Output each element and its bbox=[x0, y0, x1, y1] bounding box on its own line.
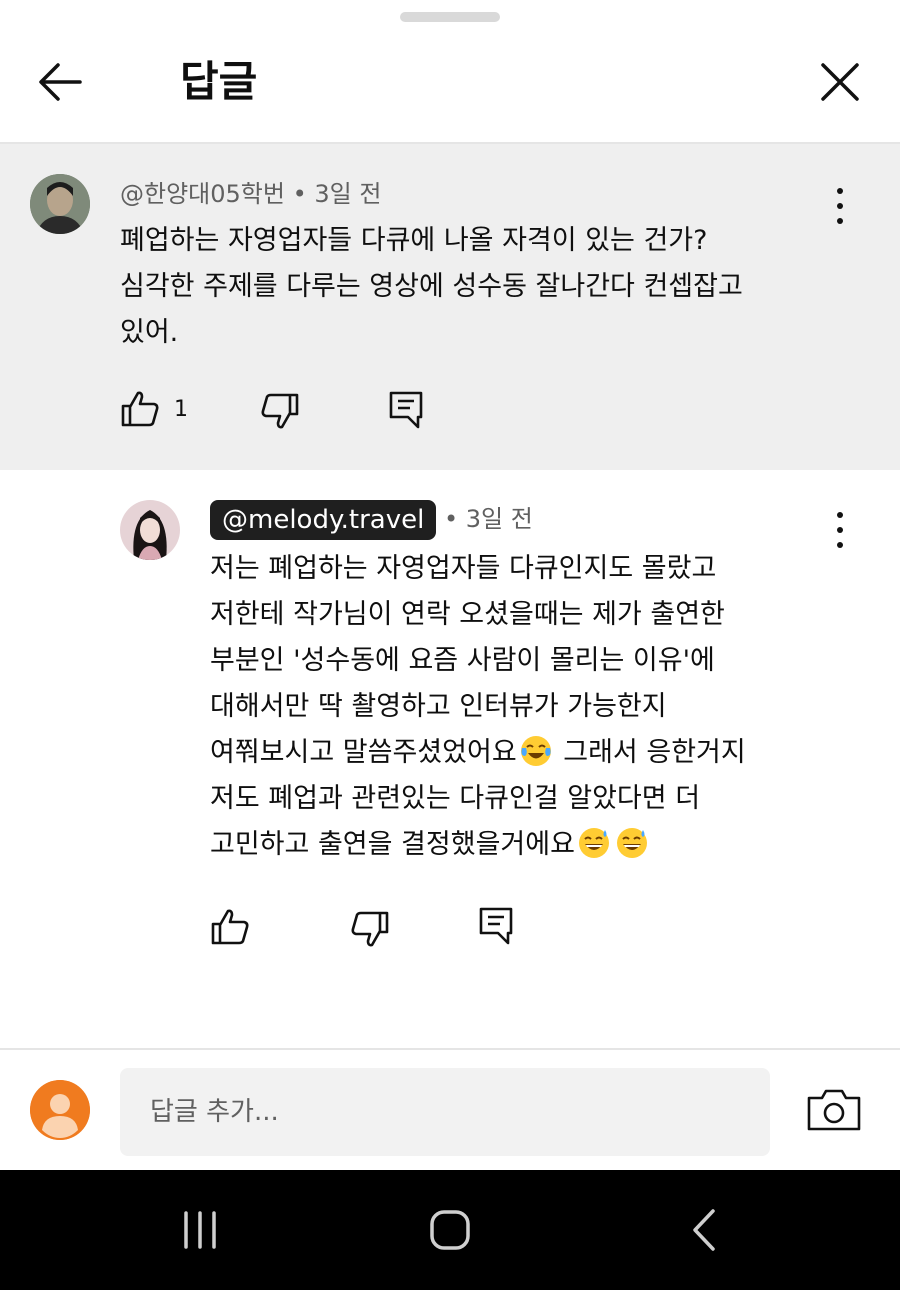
reply-input[interactable] bbox=[120, 1068, 770, 1156]
comment-line-part: 그래서 응한거지 bbox=[554, 737, 746, 768]
comment-text: 폐업하는 자영업자들 다큐에 나올 자격이 있는 건가? 심각한 주제를 다루는… bbox=[120, 218, 743, 356]
avatar[interactable] bbox=[30, 174, 90, 234]
recent-apps-button[interactable] bbox=[170, 1200, 230, 1260]
arrow-left-icon bbox=[39, 63, 82, 101]
comment-line-part: 여쭤보시고 말씀주셨었어요 bbox=[210, 737, 517, 768]
page-title: 답글 bbox=[180, 57, 258, 106]
comment-line: 저도 폐업과 관련있는 다큐인걸 알았다면 더 bbox=[210, 783, 701, 814]
comment-meta: @melody.travel • 3일 전 bbox=[210, 500, 533, 540]
comment-line: 고민하고 출연을 결정했을거에요 bbox=[210, 822, 746, 868]
home-button[interactable] bbox=[420, 1200, 480, 1260]
comment-line: 폐업하는 자영업자들 다큐에 나올 자격이 있는 건가? bbox=[120, 225, 708, 256]
avatar[interactable] bbox=[120, 500, 180, 560]
chevron-left-icon bbox=[693, 1209, 715, 1251]
thumbs-down-icon bbox=[351, 911, 389, 947]
thumbs-up-icon bbox=[121, 391, 159, 427]
home-icon bbox=[430, 1210, 470, 1250]
comment-more-button[interactable] bbox=[825, 184, 855, 228]
person-photo-icon bbox=[120, 500, 180, 560]
reply-button[interactable] bbox=[388, 390, 424, 430]
comment-author-chip[interactable]: @melody.travel bbox=[210, 500, 437, 540]
meta-separator: • bbox=[292, 180, 315, 208]
dislike-button[interactable] bbox=[350, 910, 390, 948]
my-avatar bbox=[30, 1080, 90, 1140]
back-button[interactable] bbox=[30, 56, 90, 108]
grinning-sweat-emoji bbox=[578, 828, 609, 858]
camera-button[interactable] bbox=[806, 1086, 862, 1134]
comment-more-button[interactable] bbox=[825, 508, 855, 552]
comment-line: 부분인 '성수동에 요즘 사람이 몰리는 이유'에 bbox=[210, 645, 715, 676]
reply-button[interactable] bbox=[478, 906, 514, 946]
thumbs-up-icon bbox=[211, 909, 249, 945]
comment-time: 3일 전 bbox=[465, 505, 533, 533]
comment-line: 저한테 작가님이 연락 오셨을때는 제가 출연한 bbox=[210, 599, 725, 630]
comment-line: 대해서만 딱 촬영하고 인터뷰가 가능한지 bbox=[210, 691, 667, 722]
back-nav-button[interactable] bbox=[674, 1200, 734, 1260]
comment-line: 여쭤보시고 말씀주셨었어요 그래서 응한거지 bbox=[210, 730, 746, 776]
close-icon bbox=[821, 63, 859, 101]
comment-line-part: 고민하고 출연을 결정했을거에요 bbox=[210, 829, 575, 860]
comment-author[interactable]: @한양대05학번 bbox=[120, 180, 285, 208]
system-nav-bar bbox=[0, 1170, 900, 1290]
replies-header: 답글 bbox=[0, 24, 900, 144]
like-count: 1 bbox=[174, 396, 188, 422]
like-button[interactable] bbox=[210, 908, 250, 946]
camera-icon bbox=[807, 1089, 861, 1131]
comment-time: 3일 전 bbox=[314, 180, 382, 208]
recent-apps-icon bbox=[184, 1211, 216, 1249]
grinning-sweat-emoji bbox=[616, 828, 647, 858]
person-photo-icon bbox=[30, 174, 90, 234]
thumbs-down-icon bbox=[261, 393, 299, 429]
comment-line: 있어. bbox=[120, 317, 179, 348]
comment-line: 저는 폐업하는 자영업자들 다큐인지도 몰랐고 bbox=[210, 553, 717, 584]
dislike-button[interactable] bbox=[260, 392, 300, 430]
comment-text: 저는 폐업하는 자영업자들 다큐인지도 몰랐고 저한테 작가님이 연락 오셨을때… bbox=[210, 546, 746, 868]
reply-comment: @melody.travel • 3일 전 저는 폐업하는 자영업자들 다큐인지… bbox=[0, 470, 900, 1048]
reply-composer bbox=[0, 1048, 900, 1170]
comment-meta: @한양대05학번 • 3일 전 bbox=[120, 176, 381, 212]
drag-handle[interactable] bbox=[400, 12, 500, 22]
default-user-icon bbox=[30, 1080, 90, 1140]
meta-separator: • bbox=[443, 505, 466, 533]
close-button[interactable] bbox=[810, 56, 870, 108]
like-button[interactable]: 1 bbox=[120, 390, 188, 428]
comment-icon bbox=[479, 907, 513, 945]
comment-line: 심각한 주제를 다루는 영상에 성수동 잘나간다 컨셉잡고 bbox=[120, 271, 743, 302]
tears-of-joy-emoji bbox=[520, 736, 551, 766]
comment-icon bbox=[389, 391, 423, 429]
parent-comment: @한양대05학번 • 3일 전 폐업하는 자영업자들 다큐에 나올 자격이 있는… bbox=[0, 144, 900, 470]
